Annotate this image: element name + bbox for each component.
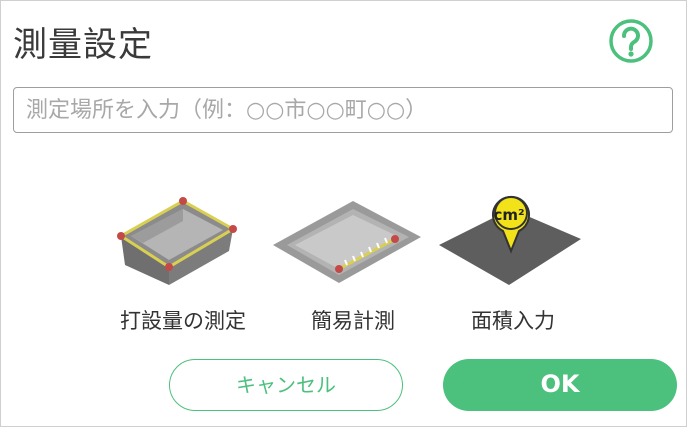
area-unit-badge: cm² xyxy=(493,206,524,224)
option-label: 簡易計測 xyxy=(311,309,395,333)
measurement-settings-dialog: 測量設定 打設量の測定 xyxy=(0,0,687,427)
option-label: 打設量の測定 xyxy=(120,309,246,333)
location-search-input[interactable] xyxy=(13,87,673,133)
option-area-input[interactable]: cm² 面積入力 xyxy=(433,181,593,341)
question-circle-icon xyxy=(609,19,653,63)
area-pin-icon: cm² xyxy=(439,195,581,285)
cancel-button[interactable]: キャンセル xyxy=(169,359,403,411)
ok-button[interactable]: OK xyxy=(443,359,677,411)
dialog-title: 測量設定 xyxy=(13,25,153,65)
excavation-box-icon xyxy=(117,197,237,285)
option-pour-volume[interactable]: 打設量の測定 xyxy=(103,181,263,341)
option-simple-measure[interactable]: 簡易計測 xyxy=(273,181,433,341)
option-label: 面積入力 xyxy=(471,309,555,333)
flat-area-ruler-icon xyxy=(273,201,421,283)
help-button[interactable] xyxy=(607,17,655,65)
